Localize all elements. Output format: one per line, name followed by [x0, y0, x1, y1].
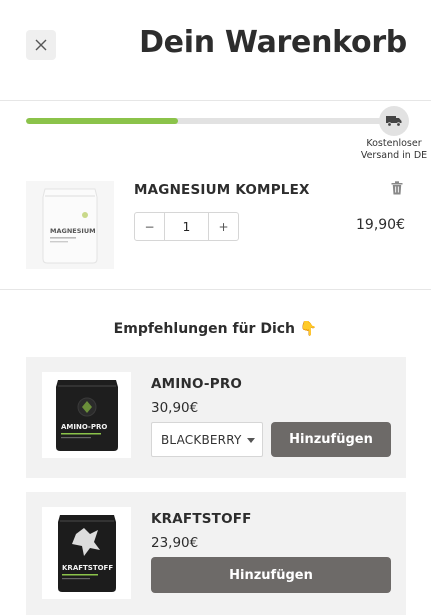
- amino-pro-pack-label: AMINO-PRO: [61, 423, 107, 431]
- cart-divider: [0, 289, 431, 290]
- shipping-goal-marker: [379, 106, 409, 136]
- add-to-cart-button[interactable]: Hinzufügen: [271, 422, 391, 457]
- quantity-increase-button[interactable]: +: [209, 213, 238, 240]
- kraftstoff-pack-label: KRAFTSTOFF: [62, 564, 113, 572]
- cart-item-price: 19,90€: [356, 217, 405, 233]
- shipping-progress-fill: [26, 118, 178, 124]
- quantity-value[interactable]: 1: [164, 213, 209, 240]
- close-icon: [35, 39, 47, 51]
- flavor-select-value: BLACKBERRY: [161, 432, 242, 447]
- magnesium-pack-image: MAGNESIUM: [42, 188, 98, 264]
- cart-item-image[interactable]: MAGNESIUM: [26, 181, 114, 269]
- quantity-decrease-button[interactable]: −: [135, 213, 164, 240]
- recommendation-image[interactable]: AMINO-PRO: [42, 372, 131, 458]
- quantity-stepper[interactable]: − 1 +: [134, 212, 239, 241]
- header-divider: [0, 100, 431, 101]
- kraftstoff-pack-image: KRAFTSTOFF: [57, 515, 116, 592]
- add-to-cart-button[interactable]: Hinzufügen: [151, 557, 391, 593]
- free-shipping-label: Kostenloser Versand in DE: [360, 138, 428, 161]
- flavor-select[interactable]: BLACKBERRY: [151, 422, 263, 457]
- shipping-progress-bar: [26, 118, 396, 124]
- recommendation-image[interactable]: KRAFTSTOFF: [42, 507, 131, 599]
- trash-icon: [391, 181, 403, 195]
- recommendation-card: KRAFTSTOFF KRAFTSTOFF 23,90€ Hinzufügen: [26, 492, 406, 615]
- magnesium-pack-label: MAGNESIUM: [50, 227, 96, 235]
- remove-item-button[interactable]: [391, 180, 403, 199]
- recommendation-price: 23,90€: [151, 535, 199, 551]
- close-button[interactable]: [26, 30, 56, 60]
- recommendation-name: KRAFTSTOFF: [151, 511, 252, 527]
- recommendation-price: 30,90€: [151, 400, 199, 416]
- cart-item-name: MAGNESIUM KOMPLEX: [134, 182, 310, 198]
- page-title: Dein Warenkorb: [139, 25, 407, 60]
- amino-pro-pack-image: AMINO-PRO: [55, 380, 118, 451]
- recommendation-name: AMINO-PRO: [151, 376, 243, 392]
- chevron-down-icon: [247, 438, 255, 443]
- recommendation-card: AMINO-PRO AMINO-PRO 30,90€ BLACKBERRY Hi…: [26, 357, 406, 478]
- truck-icon: [386, 116, 402, 127]
- recommendations-heading: Empfehlungen für Dich 👇: [113, 321, 318, 337]
